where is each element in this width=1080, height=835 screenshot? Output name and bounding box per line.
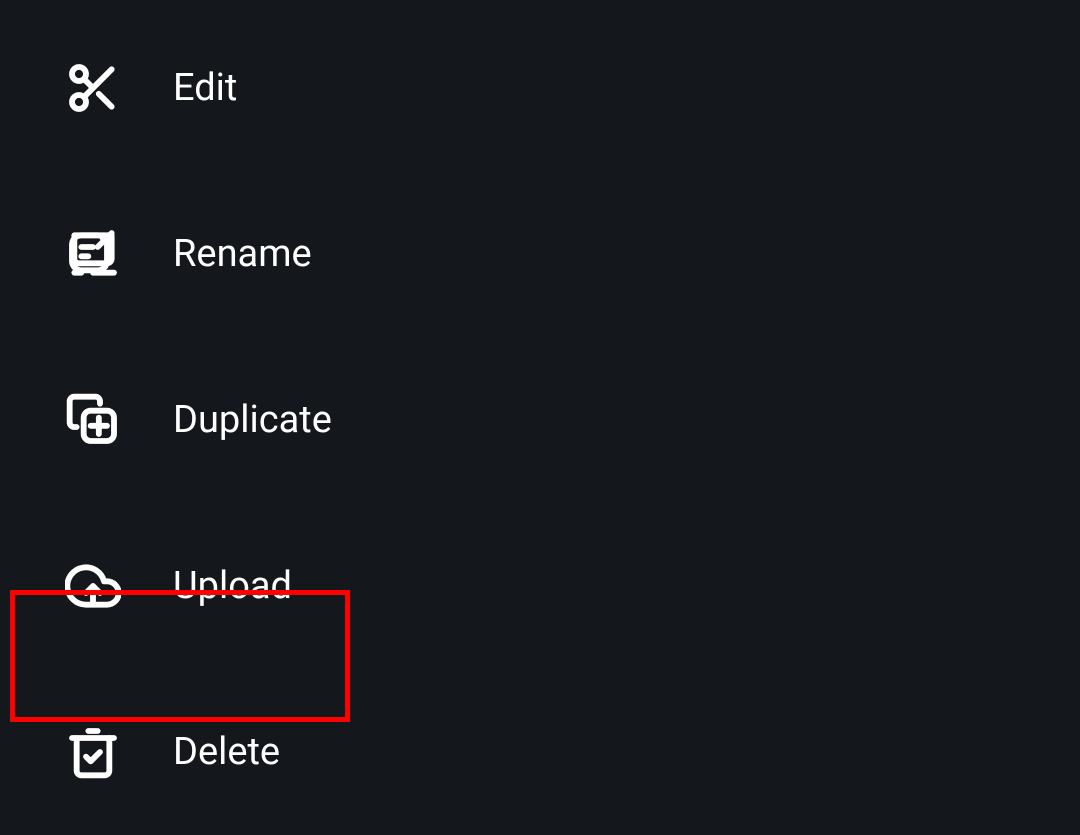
menu-item-label: Edit (173, 66, 237, 110)
menu-item-delete[interactable]: Delete (0, 669, 1080, 835)
menu-item-upload[interactable]: Upload (0, 503, 1080, 669)
trash-icon (65, 724, 121, 780)
edit-note-icon (65, 226, 121, 282)
menu-item-duplicate[interactable]: Duplicate (0, 337, 1080, 503)
menu-item-label: Rename (173, 232, 312, 276)
menu-item-edit[interactable]: Edit (0, 30, 1080, 171)
scissors-icon (65, 60, 121, 116)
menu-panel: Edit Rename (0, 0, 1080, 743)
copy-plus-icon (65, 392, 121, 448)
context-menu: Edit Rename (0, 30, 1080, 835)
cloud-upload-icon (65, 558, 121, 614)
menu-item-label: Duplicate (173, 398, 332, 442)
menu-item-rename[interactable]: Rename (0, 171, 1080, 337)
menu-item-label: Upload (173, 564, 292, 608)
menu-item-label: Delete (173, 730, 280, 774)
